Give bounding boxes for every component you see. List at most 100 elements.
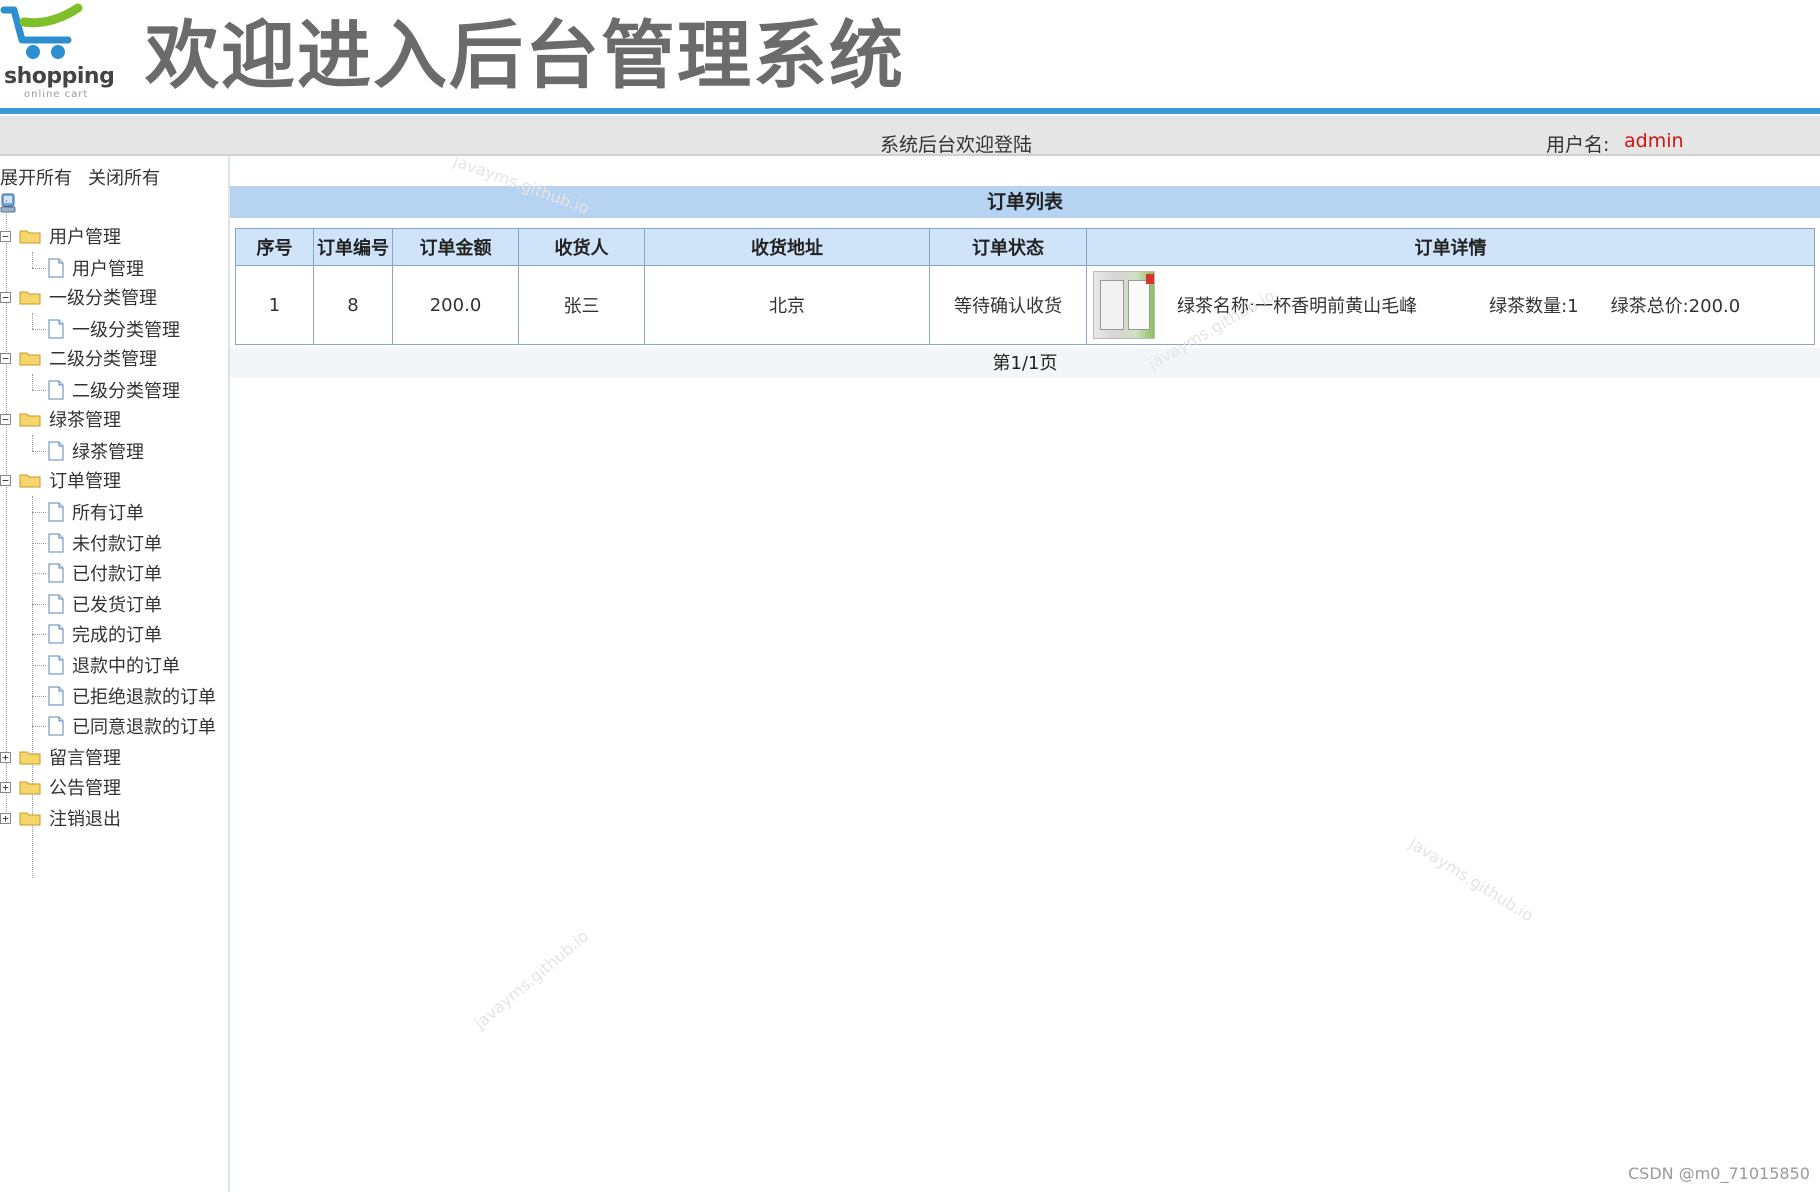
folder-open-icon	[19, 474, 41, 488]
tree-group-category2[interactable]: − 二级分类管理	[0, 344, 157, 372]
username-label: 用户名:	[1546, 134, 1610, 156]
sidebar-item-label: 已付款订单	[72, 564, 162, 585]
sidebar-item-user-mgmt[interactable]: 用户管理	[48, 254, 144, 282]
column-header: 订单状态	[929, 228, 1087, 266]
page-icon	[48, 686, 64, 706]
collapse-toggle-icon[interactable]: −	[0, 413, 11, 425]
cell-index: 1	[235, 265, 314, 345]
tree-branch-line	[32, 252, 33, 268]
pagination: 第1/1页	[230, 348, 1820, 378]
header-divider	[0, 108, 1820, 114]
sidebar-item-label: 绿茶管理	[72, 442, 144, 463]
sidebar-item-shipped-orders[interactable]: 已发货订单	[48, 590, 162, 618]
tea-quantity: 绿茶数量:1	[1489, 296, 1579, 317]
column-header: 收货地址	[644, 228, 930, 266]
page-icon	[48, 502, 64, 522]
tree-group-notices[interactable]: + 公告管理	[0, 773, 121, 801]
collapse-toggle-icon[interactable]: −	[0, 291, 11, 303]
tree-branch-line	[32, 268, 46, 269]
expand-all-link[interactable]: 展开所有	[0, 164, 72, 190]
page: shopping online cart 欢迎进入后台管理系统 系统后台欢迎登陆…	[0, 0, 1820, 1192]
sidebar-item-label: 未付款订单	[72, 534, 162, 555]
tea-name: 绿茶名称:一杯香明前黄山毛峰	[1177, 296, 1418, 317]
page-icon	[48, 655, 64, 675]
page-icon	[48, 441, 64, 461]
tree-group-label: 二级分类管理	[49, 349, 157, 370]
page-icon	[48, 624, 64, 644]
column-header: 序号	[235, 228, 314, 266]
tree-group-orders[interactable]: − 订单管理	[0, 466, 121, 494]
welcome-text: 系统后台欢迎登陆	[880, 134, 1033, 156]
tree-branch-line	[32, 451, 46, 452]
header: shopping online cart 欢迎进入后台管理系统	[0, 0, 1820, 108]
sidebar-item-paid-orders[interactable]: 已付款订单	[48, 559, 162, 587]
tree-group-green-tea[interactable]: − 绿茶管理	[0, 405, 121, 433]
sidebar-item-label: 退款中的订单	[72, 656, 180, 677]
welcome-bar: 系统后台欢迎登陆 用户名: admin	[0, 116, 1820, 156]
cell-status: 等待确认收货	[929, 265, 1087, 345]
cell-order-no: 8	[313, 265, 393, 345]
page-icon	[48, 380, 64, 400]
folder-open-icon	[19, 352, 41, 366]
logo-text: shopping	[4, 64, 115, 89]
expand-toggle-icon[interactable]: +	[0, 751, 11, 763]
sidebar-item-completed-orders[interactable]: 完成的订单	[48, 620, 162, 648]
tree-branch-line	[32, 543, 46, 544]
folder-icon	[19, 812, 41, 826]
footer-credit: CSDN @m0_71015850	[1628, 1164, 1810, 1183]
tree-branch-line	[32, 313, 33, 329]
page-icon	[48, 594, 64, 614]
column-header: 订单编号	[313, 228, 393, 266]
tree-branch-line	[32, 696, 46, 697]
sidebar-item-refund-approved-orders[interactable]: 已同意退款的订单	[48, 712, 216, 740]
shopping-cart-icon	[0, 3, 83, 59]
table-header-row: 序号 订单编号 订单金额 收货人 收货地址 订单状态 订单详情	[235, 228, 1815, 266]
sidebar-item-label: 所有订单	[72, 503, 144, 524]
tree-group-label: 绿茶管理	[49, 410, 121, 431]
column-header: 订单金额	[392, 228, 519, 266]
tree-group-messages[interactable]: + 留言管理	[0, 743, 121, 771]
tree-group-label: 一级分类管理	[49, 288, 157, 309]
sidebar-item-green-tea[interactable]: 绿茶管理	[48, 437, 144, 465]
collapse-toggle-icon[interactable]: −	[0, 474, 11, 486]
tree-group-category1[interactable]: − 一级分类管理	[0, 283, 157, 311]
sidebar-item-category2[interactable]: 二级分类管理	[48, 376, 180, 404]
tree-branch-line	[32, 435, 33, 451]
tree-group-logout[interactable]: + 注销退出	[0, 804, 121, 832]
collapse-all-link[interactable]: 关闭所有	[88, 164, 160, 190]
sidebar-item-label: 二级分类管理	[72, 381, 180, 402]
sidebar-tree: 展开所有 关闭所有 − 用户管理 用户管理 − 一级分类管理 一级分类管理 − …	[0, 156, 230, 1192]
main-content: 订单列表 序号 订单编号 订单金额 收货人 收货地址 订单状态 订单详情 1 8…	[230, 156, 1820, 1192]
tree-group-label: 注销退出	[49, 809, 121, 830]
orders-table: 序号 订单编号 订单金额 收货人 收货地址 订单状态 订单详情 1 8 200.…	[235, 228, 1815, 345]
cell-receiver: 张三	[518, 265, 645, 345]
tree-group-label: 留言管理	[49, 748, 121, 769]
panel-title: 订单列表	[230, 186, 1820, 218]
username-value: admin	[1624, 130, 1684, 152]
tree-group-label: 用户管理	[49, 227, 121, 248]
tree-branch-line	[32, 374, 33, 390]
page-icon	[48, 563, 64, 583]
sidebar-item-label: 完成的订单	[72, 625, 162, 646]
sidebar-item-category1[interactable]: 一级分类管理	[48, 315, 180, 343]
expand-toggle-icon[interactable]: +	[0, 781, 11, 793]
sidebar-item-unpaid-orders[interactable]: 未付款订单	[48, 529, 162, 557]
table-row: 1 8 200.0 张三 北京 等待确认收货 绿茶名称:一杯香明前黄山毛峰 绿茶…	[235, 265, 1815, 345]
sidebar-item-all-orders[interactable]: 所有订单	[48, 498, 144, 526]
tree-branch-line	[32, 512, 46, 513]
cell-address: 北京	[644, 265, 930, 345]
tree-branch-line	[32, 573, 46, 574]
sidebar-item-refunding-orders[interactable]: 退款中的订单	[48, 651, 180, 679]
tree-branch-line	[32, 390, 46, 391]
page-title: 欢迎进入后台管理系统	[145, 13, 905, 99]
tree-branch-line	[32, 604, 46, 605]
collapse-toggle-icon[interactable]: −	[0, 230, 11, 242]
page-icon	[48, 716, 64, 736]
expand-toggle-icon[interactable]: +	[0, 812, 11, 824]
tree-branch-line	[32, 329, 46, 330]
folder-open-icon	[19, 291, 41, 305]
tree-group-user-mgmt[interactable]: − 用户管理	[0, 222, 121, 250]
collapse-toggle-icon[interactable]: −	[0, 352, 11, 364]
sidebar-item-refund-rejected-orders[interactable]: 已拒绝退款的订单	[48, 682, 216, 710]
page-icon	[48, 533, 64, 553]
